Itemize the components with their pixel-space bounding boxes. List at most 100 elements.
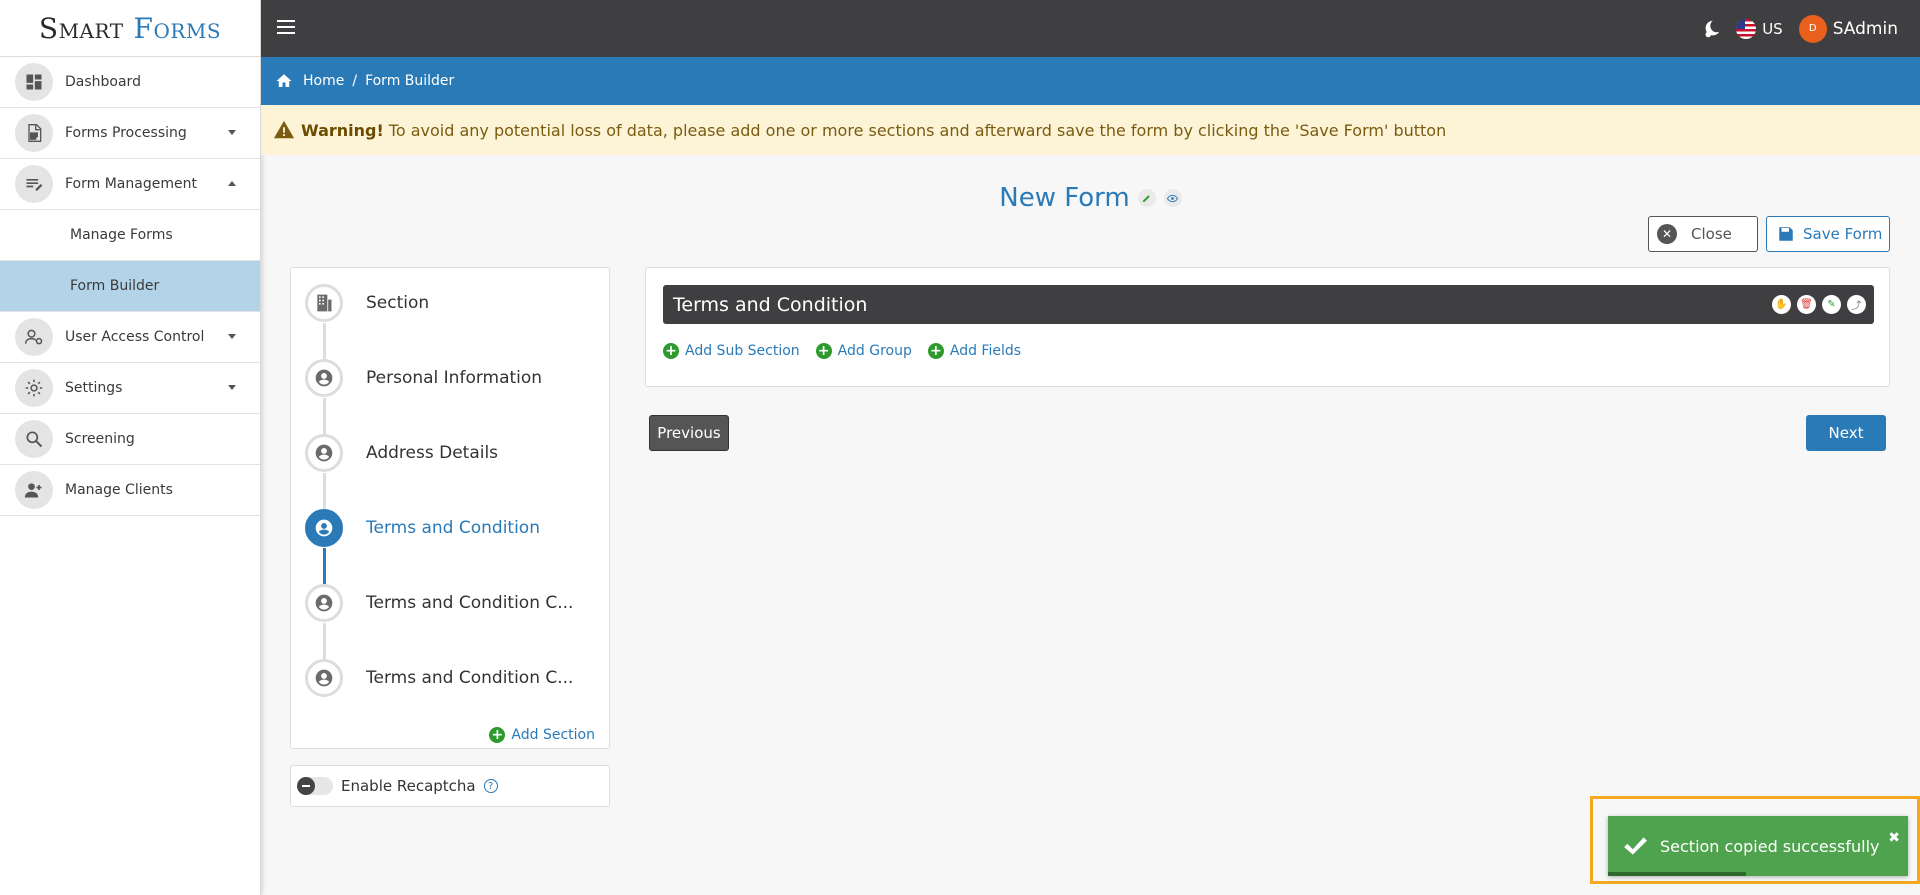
sidebar-item-form-management[interactable]: Form Management	[0, 159, 260, 210]
add-section-label: Add Section	[511, 727, 595, 743]
step-item[interactable]: Terms and Condition C...	[305, 658, 573, 698]
step-item[interactable]: Personal Information	[305, 358, 542, 398]
breadcrumb-current: Form Builder	[365, 73, 455, 89]
breadcrumb: Home / Form Builder	[261, 57, 1920, 105]
previous-button[interactable]: Previous	[649, 415, 729, 451]
edit-title-icon[interactable]	[1137, 189, 1156, 207]
recaptcha-label: Enable Recaptcha	[341, 777, 476, 795]
plus-icon: +	[815, 343, 832, 359]
top-bar: US D SAdmin	[261, 0, 1920, 57]
chevron-up-icon	[228, 181, 236, 186]
gear-icon	[15, 369, 53, 407]
add-user-icon	[15, 471, 53, 509]
save-icon	[1779, 227, 1793, 241]
add-fields-button[interactable]: + Add Fields	[927, 343, 1022, 359]
theme-toggle-icon[interactable]	[1700, 18, 1722, 40]
preview-eye-icon[interactable]	[1163, 189, 1182, 207]
sidebar-item-screening[interactable]: Screening	[0, 414, 260, 465]
help-icon[interactable]: ?	[483, 779, 498, 793]
add-subsection-label: Add Sub Section	[685, 343, 800, 359]
warning-title: Warning!	[301, 120, 384, 140]
sidebar-item-settings[interactable]: Settings	[0, 363, 260, 414]
share-icon[interactable]: ⤴	[1847, 295, 1866, 314]
add-section-button[interactable]: + Add Section	[489, 727, 595, 743]
search-icon	[15, 420, 53, 458]
form-title-row: New Form	[261, 183, 1920, 213]
sidebar: Smart Forms Dashboard Forms Processing F…	[0, 0, 261, 895]
next-button[interactable]: Next	[1806, 415, 1886, 451]
user-circle-icon	[305, 584, 343, 622]
section-header-actions: ✋ 🗑 ✎ ⤴	[1766, 295, 1866, 314]
step-label: Terms and Condition C...	[366, 668, 574, 688]
step-connector	[323, 323, 326, 359]
close-button-label: Close	[1691, 225, 1732, 243]
user-circle-icon	[305, 659, 343, 697]
sidebar-item-user-access-control[interactable]: User Access Control	[0, 312, 260, 363]
sidebar-item-manage-clients[interactable]: Manage Clients	[0, 465, 260, 516]
delete-icon[interactable]: 🗑	[1797, 295, 1816, 314]
logo-text-forms: Forms	[133, 11, 222, 45]
plus-icon: +	[489, 727, 506, 743]
chevron-down-icon	[228, 385, 236, 390]
home-icon[interactable]	[275, 72, 293, 90]
step-connector	[323, 473, 326, 509]
toast-progress	[1608, 872, 1746, 876]
drag-icon[interactable]: ✋	[1772, 295, 1791, 314]
user-circle-icon	[305, 509, 343, 547]
sidebar-item-forms-processing[interactable]: Forms Processing	[0, 108, 260, 159]
warning-text: To avoid any potential loss of data, ple…	[388, 120, 1447, 140]
step-label: Terms and Condition	[366, 518, 540, 538]
us-flag-icon[interactable]	[1736, 18, 1757, 39]
add-group-button[interactable]: + Add Group	[815, 343, 912, 359]
edit-list-icon	[15, 165, 53, 203]
section-card: Terms and Condition ✋ 🗑 ✎ ⤴ + Add Sub Se…	[645, 267, 1890, 387]
sidebar-item-manage-forms[interactable]: Manage Forms	[0, 210, 260, 261]
step-label: Address Details	[366, 443, 499, 463]
breadcrumb-home[interactable]: Home	[303, 73, 344, 89]
add-fields-label: Add Fields	[949, 343, 1022, 359]
sidebar-item-label: Manage Clients	[65, 482, 173, 498]
step-item-active[interactable]: Terms and Condition	[305, 508, 540, 548]
logo-text-smart: Smart	[38, 11, 124, 45]
step-connector	[323, 623, 326, 659]
username[interactable]: SAdmin	[1833, 19, 1898, 39]
section-stepper: Section Personal Information Address Det…	[290, 267, 610, 749]
step-connector	[323, 398, 326, 434]
success-toast: Section copied successfully ✖	[1608, 816, 1908, 876]
section-title: Terms and Condition	[673, 293, 868, 316]
document-icon	[15, 114, 53, 152]
language-selector[interactable]: US	[1762, 20, 1783, 38]
step-item[interactable]: Section	[305, 283, 429, 323]
sidebar-item-label: Dashboard	[65, 74, 141, 90]
save-form-button[interactable]: Save Form	[1766, 216, 1890, 252]
step-label: Personal Information	[366, 368, 543, 388]
breadcrumb-separator: /	[352, 73, 358, 89]
sidebar-item-label: Settings	[65, 380, 123, 396]
step-label: Section	[366, 293, 430, 313]
plus-icon: +	[663, 343, 679, 359]
save-button-label: Save Form	[1803, 225, 1883, 243]
edit-icon[interactable]: ✎	[1822, 295, 1841, 314]
app-logo[interactable]: Smart Forms	[0, 0, 260, 57]
section-header: Terms and Condition ✋ 🗑 ✎ ⤴	[663, 285, 1874, 324]
add-subsection-button[interactable]: + Add Sub Section	[663, 343, 800, 359]
step-item[interactable]: Address Details	[305, 433, 498, 473]
dashboard-icon	[15, 63, 53, 101]
toast-message: Section copied successfully	[1660, 836, 1880, 856]
recaptcha-toggle[interactable]	[297, 777, 333, 795]
sidebar-item-form-builder[interactable]: Form Builder	[0, 261, 260, 312]
menu-icon[interactable]	[277, 20, 295, 34]
building-icon	[305, 284, 343, 322]
warning-banner: Warning! To avoid any potential loss of …	[261, 105, 1920, 155]
close-button[interactable]: ✕ Close	[1648, 216, 1758, 252]
check-icon	[1624, 837, 1647, 855]
avatar[interactable]: D	[1798, 14, 1827, 43]
user-circle-icon	[305, 434, 343, 472]
sidebar-item-label: User Access Control	[65, 329, 205, 345]
step-item[interactable]: Terms and Condition C...	[305, 583, 573, 623]
toast-close-icon[interactable]: ✖	[1888, 830, 1900, 846]
chevron-down-icon	[228, 334, 236, 339]
user-settings-icon	[15, 318, 53, 356]
plus-icon: +	[927, 343, 944, 359]
sidebar-item-dashboard[interactable]: Dashboard	[0, 57, 260, 108]
